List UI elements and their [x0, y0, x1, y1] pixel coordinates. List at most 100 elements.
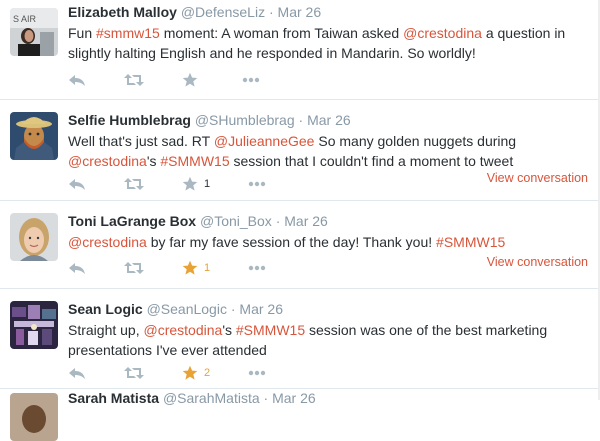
reply-icon — [69, 179, 85, 190]
tweet-header: Sarah Matista @SarahMatista · Mar 26 — [68, 390, 316, 406]
more-button[interactable] — [248, 181, 266, 187]
reply-button[interactable] — [68, 73, 86, 87]
view-conversation-link[interactable]: View conversation — [487, 171, 588, 185]
tweet-header: Elizabeth Malloy @DefenseLiz · Mar 26 — [68, 4, 321, 20]
reply-icon — [69, 75, 85, 86]
tweet-text-segment: session that I couldn't find a moment to… — [229, 153, 514, 169]
tweet[interactable]: Sarah Matista @SarahMatista · Mar 26 — [0, 389, 600, 441]
tweet-date[interactable]: Mar 26 — [239, 301, 283, 317]
more-button[interactable] — [248, 265, 266, 271]
avatar[interactable] — [10, 301, 58, 349]
tweet[interactable]: Selfie Humblebrag @SHumblebrag · Mar 26 … — [0, 100, 600, 201]
tweet[interactable]: Toni LaGrange Box @Toni_Box · Mar 26 @cr… — [0, 201, 600, 289]
user-name[interactable]: Elizabeth Malloy — [68, 4, 177, 20]
reply-button[interactable] — [68, 177, 86, 191]
tweet-header: Selfie Humblebrag @SHumblebrag · Mar 26 — [68, 112, 351, 128]
tweet-text-segment: moment: A woman from Taiwan asked — [159, 25, 404, 41]
reply-icon — [69, 263, 85, 274]
tweet-text-segment: Straight up, — [68, 322, 144, 338]
hashtag-link[interactable]: #smmw15 — [96, 25, 160, 41]
tweet[interactable]: S AIR Elizabeth Malloy @DefenseLiz · Mar… — [0, 0, 600, 100]
tweet-text-segment: 's — [146, 153, 161, 169]
mention-link[interactable]: @JulieanneGee — [214, 133, 315, 149]
user-name[interactable]: Selfie Humblebrag — [68, 112, 191, 128]
user-handle[interactable]: @SarahMatista — [163, 390, 260, 406]
user-name[interactable]: Toni LaGrange Box — [68, 213, 196, 229]
mention-link[interactable]: @crestodina — [68, 153, 147, 169]
reply-button[interactable] — [68, 366, 86, 380]
tweet[interactable]: Sean Logic @SeanLogic · Mar 26 Straight … — [0, 289, 600, 389]
reply-icon — [69, 368, 85, 379]
retweet-button[interactable] — [124, 177, 144, 191]
tweet-date[interactable]: Mar 26 — [278, 4, 322, 20]
avatar[interactable]: S AIR — [10, 8, 58, 56]
user-handle[interactable]: @SHumblebrag — [195, 112, 295, 128]
tweet-actions: 1 — [68, 259, 304, 277]
hashtag-link[interactable]: #SMMW15 — [160, 153, 229, 169]
retweet-button[interactable] — [124, 261, 144, 275]
tweet-text: Well that's just sad. RT @JulieanneGee S… — [68, 131, 590, 171]
retweet-button[interactable] — [124, 73, 144, 87]
more-icon — [248, 181, 266, 187]
user-handle[interactable]: @DefenseLiz — [181, 4, 265, 20]
favorite-count: 1 — [204, 262, 211, 274]
mention-link[interactable]: @crestodina — [144, 322, 223, 338]
retweet-icon — [124, 262, 144, 274]
separator-dot: · — [275, 213, 281, 229]
separator-dot: · — [298, 112, 304, 128]
tweet-text-segment: 's — [222, 322, 236, 338]
more-button[interactable] — [248, 370, 266, 376]
view-conversation-link[interactable]: View conversation — [487, 255, 588, 269]
tweet-text: Straight up, @crestodina's #SMMW15 sessi… — [68, 320, 590, 360]
separator-dot: · — [230, 301, 236, 317]
favorite-count: 1 — [204, 178, 211, 190]
star-icon — [182, 260, 198, 275]
favorite-count: 2 — [204, 367, 211, 379]
tweet-date[interactable]: Mar 26 — [272, 390, 316, 406]
more-icon — [242, 77, 260, 83]
avatar[interactable] — [10, 112, 58, 160]
retweet-icon — [124, 74, 144, 86]
tweet-header: Toni LaGrange Box @Toni_Box · Mar 26 — [68, 213, 328, 229]
user-handle[interactable]: @SeanLogic — [147, 301, 227, 317]
tweet-actions — [68, 71, 298, 89]
hashtag-link[interactable]: #SMMW15 — [236, 322, 305, 338]
star-icon — [182, 176, 198, 191]
separator-dot: · — [268, 4, 274, 20]
tweet-date[interactable]: Mar 26 — [284, 213, 328, 229]
tweet-actions: 2 — [68, 364, 304, 382]
favorite-button[interactable]: 1 — [182, 176, 210, 192]
more-icon — [248, 370, 266, 376]
star-icon — [182, 365, 198, 380]
tweet-text-segment: So many golden nuggets during — [314, 133, 517, 149]
user-name[interactable]: Sean Logic — [68, 301, 143, 317]
more-icon — [248, 265, 266, 271]
avatar-sign-text: S AIR — [13, 14, 37, 24]
user-name[interactable]: Sarah Matista — [68, 390, 159, 406]
tweet-text-segment: Fun — [68, 25, 97, 41]
star-icon — [182, 72, 198, 87]
avatar[interactable] — [10, 393, 58, 441]
tweet-actions: 1 — [68, 175, 304, 193]
tweet-date[interactable]: Mar 26 — [307, 112, 351, 128]
favorite-button[interactable] — [182, 72, 204, 88]
retweet-button[interactable] — [124, 366, 144, 380]
more-button[interactable] — [242, 77, 260, 83]
reply-button[interactable] — [68, 261, 86, 275]
retweet-icon — [124, 367, 144, 379]
avatar[interactable] — [10, 213, 58, 261]
user-handle[interactable]: @Toni_Box — [200, 213, 272, 229]
separator-dot: · — [263, 390, 269, 406]
tweet-text: @crestodina by far my fave session of th… — [68, 232, 590, 252]
favorite-button[interactable]: 2 — [182, 365, 210, 381]
tweet-text-segment: Well that's just sad. RT — [68, 133, 214, 149]
mention-link[interactable]: @crestodina — [403, 25, 482, 41]
hashtag-link[interactable]: #SMMW15 — [436, 234, 505, 250]
tweet-feed: S AIR Elizabeth Malloy @DefenseLiz · Mar… — [0, 0, 600, 441]
mention-link[interactable]: @crestodina — [68, 234, 147, 250]
retweet-icon — [124, 178, 144, 190]
favorite-button[interactable]: 1 — [182, 260, 210, 276]
tweet-text: Fun #smmw15 moment: A woman from Taiwan … — [68, 23, 590, 63]
tweet-text-segment: by far my fave session of the day! Thank… — [146, 234, 437, 250]
tweet-header: Sean Logic @SeanLogic · Mar 26 — [68, 301, 283, 317]
